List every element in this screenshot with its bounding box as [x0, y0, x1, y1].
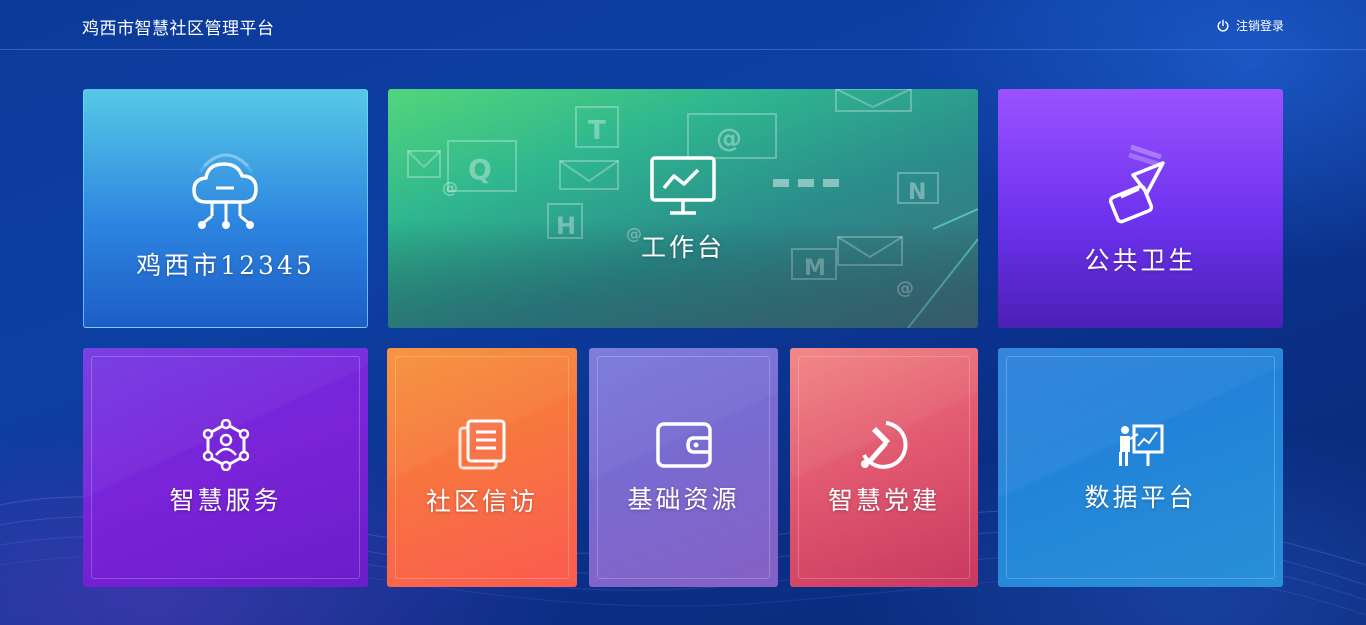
- tile-data-platform-label: 数据平台: [1084, 482, 1197, 512]
- tile-smart-service-label: 智慧服务: [169, 485, 282, 515]
- workbench-icon-wrap: [648, 154, 718, 218]
- spray-bottle-icon: [1108, 144, 1165, 223]
- hammer-sickle-icon: [861, 420, 908, 469]
- tile-workbench[interactable]: T Q H N M @ @ @ @ 工作: [388, 89, 978, 328]
- tile-frame: [1006, 356, 1275, 579]
- top-bar: 鸡西市智慧社区管理平台 注销登录: [0, 0, 1366, 50]
- page-title: 鸡西市智慧社区管理平台: [82, 19, 275, 39]
- tile-basic-resources-label: 基础资源: [627, 484, 740, 514]
- logout-button[interactable]: 注销登录: [1216, 17, 1284, 34]
- tile-basic-resources[interactable]: 基础资源: [589, 348, 778, 587]
- tile-community-letters[interactable]: 社区信访: [387, 348, 577, 587]
- power-icon: [1217, 19, 1229, 32]
- tile-hotline-label: 鸡西市12345: [136, 250, 315, 280]
- tile-hotline-12345[interactable]: 鸡西市12345: [83, 89, 368, 328]
- logout-label: 注销登录: [1235, 19, 1284, 33]
- tile-public-health-label: 公共卫生: [1084, 245, 1197, 275]
- tile-gloss: [998, 348, 1283, 587]
- presentation-icon: [1118, 424, 1163, 466]
- tile-public-health[interactable]: 公共卫生: [998, 89, 1283, 328]
- wallet-icon: [655, 421, 712, 468]
- monitor-chart-icon: [650, 155, 716, 215]
- documents-icon: [458, 419, 506, 469]
- user-network-icon: [202, 418, 249, 471]
- cloud-network-icon: [191, 153, 258, 229]
- tile-data-platform[interactable]: 数据平台: [998, 348, 1283, 587]
- tile-smart-party[interactable]: 智慧党建: [790, 348, 978, 587]
- tile-community-letters-label: 社区信访: [425, 486, 538, 516]
- tile-smart-service[interactable]: 智慧服务: [83, 348, 368, 587]
- tile-smart-party-label: 智慧党建: [827, 485, 940, 515]
- tile-workbench-label: 工作台: [640, 232, 725, 262]
